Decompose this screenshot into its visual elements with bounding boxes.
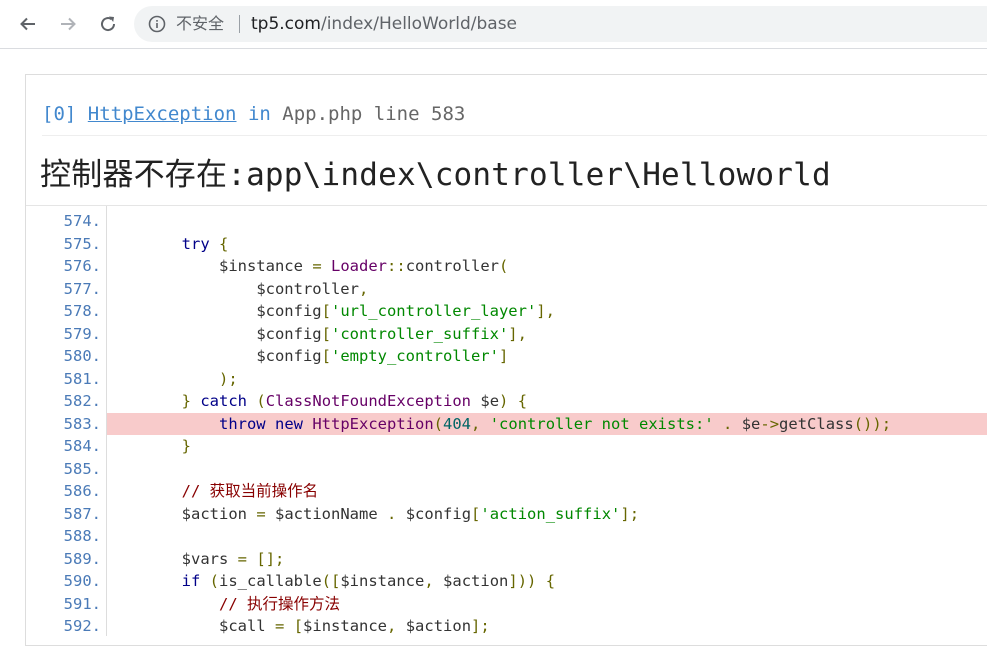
line-number: 584.: [63, 437, 101, 455]
code-text: // 获取当前操作名: [181, 482, 319, 500]
code-text: $config['empty_controller']: [256, 347, 509, 365]
back-button[interactable]: [14, 10, 42, 38]
exception-index: [0]: [42, 103, 77, 125]
line-number: 575.: [63, 234, 101, 253]
line-number: 577.: [63, 279, 101, 298]
line-number: 588.: [63, 527, 101, 545]
line-number: 591.: [63, 594, 101, 613]
code-text: }: [181, 437, 191, 455]
line-number: 576.: [63, 257, 101, 275]
back-arrow-icon: [20, 17, 35, 31]
code-text: );: [218, 369, 238, 388]
code-text: $controller,: [256, 279, 369, 298]
info-icon[interactable]: [148, 15, 166, 33]
exception-message: 控制器不存在:app\index\controller\Helloworld: [40, 157, 831, 193]
header-divider: [42, 135, 987, 136]
code-line: 591. // 执行操作方法: [26, 593, 987, 616]
exception-in: in: [247, 103, 271, 125]
forward-button[interactable]: [54, 10, 82, 38]
url-host: tp5.com: [251, 14, 321, 34]
code-line: 577. $controller,: [26, 278, 987, 301]
bottom-divider: [25, 645, 987, 646]
code-text: $config['url_controller_layer'],: [256, 302, 555, 320]
code-text: // 执行操作方法: [218, 594, 340, 613]
exception-class-link[interactable]: HttpException: [88, 103, 237, 125]
address-bar[interactable]: 不安全 tp5.com/index/HelloWorld/base: [134, 6, 987, 42]
code-line: 592. $call = [$instance, $action];: [26, 615, 987, 638]
code-line: 589. $vars = [];: [26, 548, 987, 571]
code-text: if (is_callable([$instance, $action])) {: [181, 572, 556, 590]
code-line: 580. $config['empty_controller']: [26, 345, 987, 368]
code-line: 579. $config['controller_suffix'],: [26, 323, 987, 346]
url-path: /index/HelloWorld/base: [320, 14, 518, 34]
code-text: $action = $actionName . $config['action_…: [181, 504, 640, 523]
code-line: 587. $action = $actionName . $config['ac…: [26, 503, 987, 526]
browser-toolbar: 不安全 tp5.com/index/HelloWorld/base: [0, 0, 987, 49]
source-code-block: 574. 575. try {576. $instance = Loader::…: [26, 205, 987, 644]
line-number: 579.: [63, 324, 101, 343]
line-number: 583.: [63, 414, 101, 433]
code-text: $instance = Loader::controller(: [218, 257, 509, 275]
code-text: try {: [181, 234, 229, 253]
line-number: 592.: [63, 617, 101, 635]
code-line: 585.: [26, 458, 987, 481]
code-line-highlighted: 583. throw new HttpException(404, 'contr…: [26, 412, 987, 435]
line-number: 589.: [63, 549, 101, 568]
exception-panel: [0] HttpException in App.php line 583 控制…: [25, 74, 987, 646]
line-number: 581.: [63, 369, 101, 388]
code-line: 586. // 获取当前操作名: [26, 480, 987, 503]
code-line: 582. } catch (ClassNotFoundException $e)…: [26, 390, 987, 413]
line-number: 582.: [63, 392, 101, 410]
line-number: 587.: [63, 504, 101, 523]
exception-file-line: App.php line 583: [282, 103, 466, 125]
code-line: 584. }: [26, 435, 987, 458]
code-text: $config['controller_suffix'],: [256, 324, 527, 343]
line-number: 585.: [63, 459, 101, 478]
url-text[interactable]: tp5.com/index/HelloWorld/base: [251, 6, 517, 42]
reload-button[interactable]: [94, 10, 122, 38]
code-line: 590. if (is_callable([$instance, $action…: [26, 570, 987, 593]
line-number: 580.: [63, 347, 101, 365]
code-line: 581. );: [26, 368, 987, 391]
address-separator: [239, 15, 240, 33]
reload-icon: [101, 16, 116, 32]
code-line: 578. $config['url_controller_layer'],: [26, 300, 987, 323]
code-line: 575. try {: [26, 233, 987, 256]
forward-arrow-icon: [61, 17, 76, 31]
code-text: throw new HttpException(404, 'controller…: [107, 412, 987, 435]
line-number: 578.: [63, 302, 101, 320]
line-number: 586.: [63, 482, 101, 500]
code-text: $vars = [];: [181, 549, 285, 568]
line-number: 574.: [63, 212, 101, 230]
exception-header: [0] HttpException in App.php line 583: [42, 103, 465, 125]
code-line: 574.: [26, 210, 987, 233]
code-text: } catch (ClassNotFoundException $e) {: [181, 392, 528, 410]
code-line: 588.: [26, 525, 987, 548]
security-indicator[interactable]: 不安全: [176, 6, 224, 42]
code-text: $call = [$instance, $action];: [218, 617, 490, 635]
line-number: 590.: [63, 572, 101, 590]
code-line: 576. $instance = Loader::controller(: [26, 255, 987, 278]
